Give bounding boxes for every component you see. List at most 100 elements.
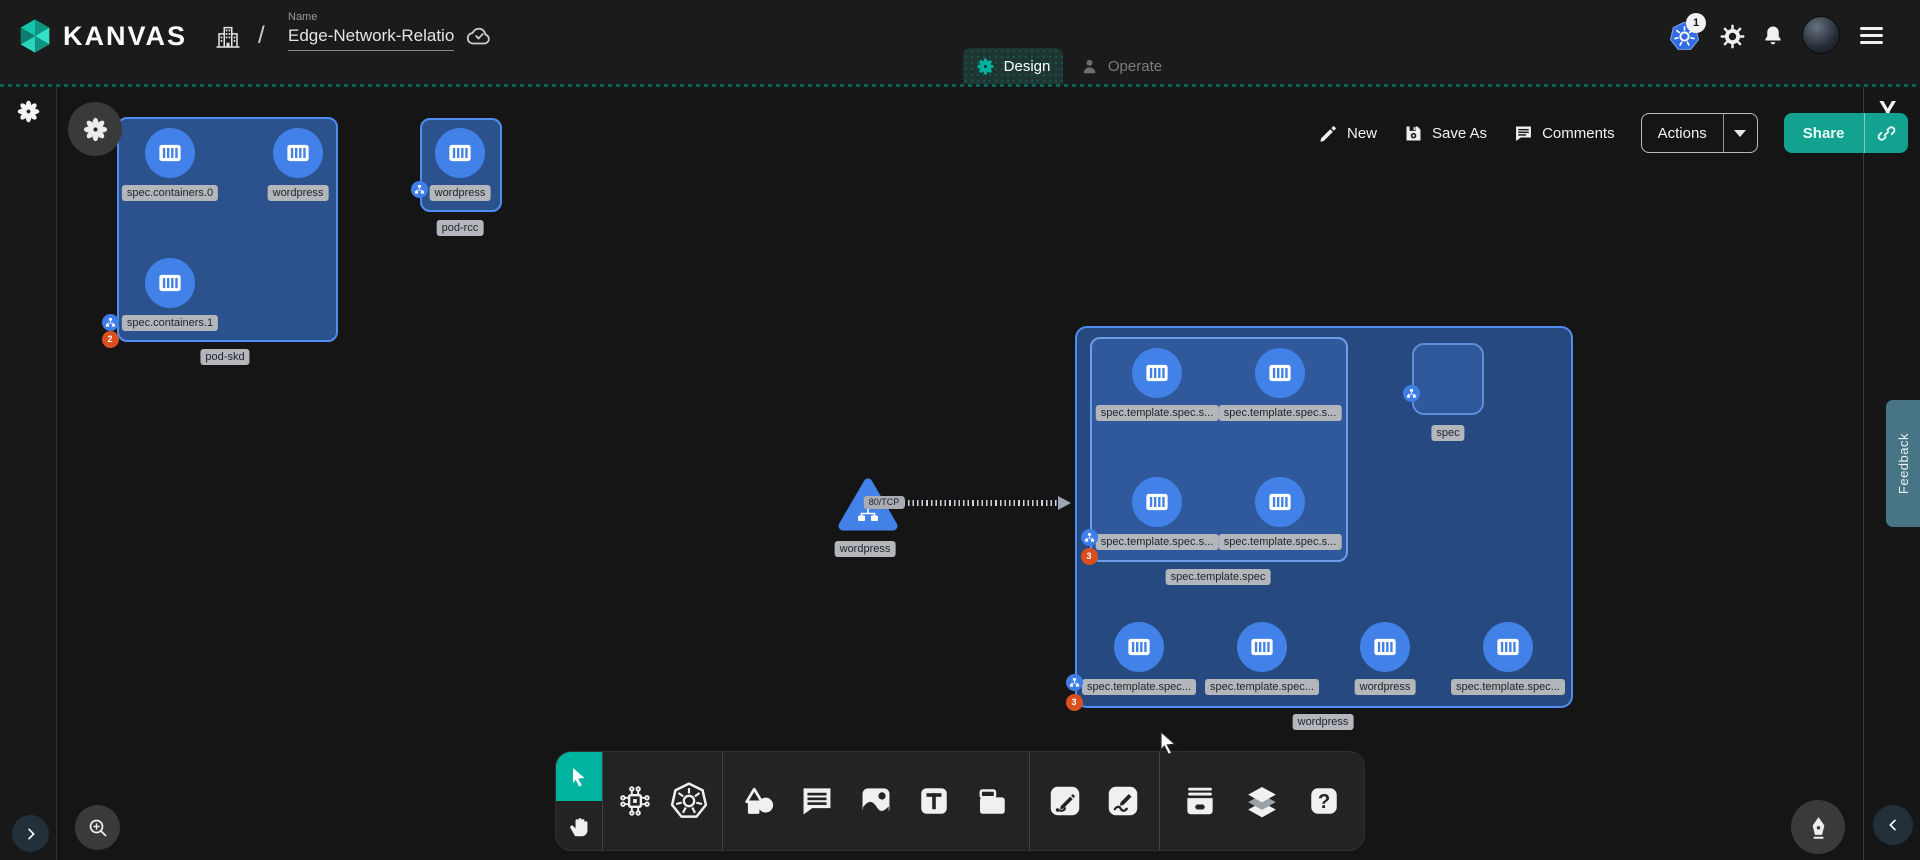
error-count-badge[interactable]: 3	[1081, 548, 1098, 565]
design-name-field[interactable]: Name Edge-Network-Relatio	[288, 11, 454, 51]
copy-link-button[interactable]	[1864, 113, 1908, 153]
user-avatar[interactable]	[1802, 16, 1840, 54]
menu-hamburger-icon[interactable]	[1860, 27, 1883, 44]
node-label: spec.template.spec.s...	[1096, 405, 1219, 421]
feedback-tab[interactable]: Feedback	[1886, 400, 1920, 527]
tool-edit-path[interactable]	[1043, 779, 1087, 823]
kubernetes-context-count-badge[interactable]: 1	[1686, 13, 1706, 33]
tab-design-label: Design	[1004, 58, 1051, 75]
actions-label: Actions	[1642, 125, 1723, 142]
container-node[interactable]	[1483, 622, 1533, 672]
link-icon	[1875, 122, 1898, 145]
actions-caret-button[interactable]	[1723, 113, 1757, 153]
kanvas-logo[interactable]: KANVAS	[15, 16, 187, 56]
tool-pan-hand[interactable]	[556, 801, 602, 850]
meshery-flower-icon[interactable]	[16, 99, 41, 124]
error-count-badge[interactable]: 2	[102, 331, 119, 348]
canvas-accent-divider	[0, 84, 1920, 87]
sitemap-icon	[1069, 677, 1080, 688]
tool-drawer[interactable]	[1178, 779, 1222, 823]
breadcrumb-separator: /	[258, 22, 265, 50]
node-label: spec.template.spec.s...	[1096, 534, 1219, 550]
save-as-button[interactable]: Save As	[1403, 123, 1487, 144]
chevron-right-icon	[23, 826, 39, 842]
sitemap-icon	[1406, 388, 1417, 399]
tool-image[interactable]	[854, 779, 898, 823]
feedback-label: Feedback	[1896, 433, 1911, 494]
floppy-save-icon	[1403, 123, 1424, 144]
relationship-badge[interactable]	[1066, 674, 1083, 691]
group-label: spec	[1431, 425, 1464, 441]
tool-select-cursor[interactable]	[556, 752, 602, 801]
container-node[interactable]	[1132, 477, 1182, 527]
actions-dropdown-button[interactable]: Actions	[1641, 113, 1758, 153]
comment-icon	[1513, 123, 1534, 144]
tool-component-search[interactable]	[613, 779, 657, 823]
name-field-label: Name	[288, 11, 454, 23]
node-label: spec.template.spec.s...	[1219, 405, 1342, 421]
relationship-badge[interactable]	[1403, 385, 1420, 402]
share-label: Share	[1784, 125, 1864, 142]
mouse-cursor-icon	[1157, 730, 1179, 758]
comments-label: Comments	[1542, 125, 1615, 142]
comments-button[interactable]: Comments	[1513, 123, 1615, 144]
tab-design[interactable]: Design	[963, 48, 1063, 84]
sitemap-icon	[414, 184, 425, 195]
container-node[interactable]	[1237, 622, 1287, 672]
share-button[interactable]: Share	[1784, 113, 1908, 153]
tool-kubernetes[interactable]	[667, 779, 711, 823]
group-spec-template-spec[interactable]	[1090, 337, 1348, 562]
tool-help[interactable]: ?	[1302, 779, 1346, 823]
tool-shapes[interactable]	[737, 779, 781, 823]
relationship-badge[interactable]	[411, 181, 428, 198]
tool-note[interactable]	[970, 779, 1014, 823]
tool-text[interactable]	[912, 779, 956, 823]
node-label: spec.template.spec...	[1082, 679, 1196, 695]
node-label: wordpress	[1355, 679, 1416, 695]
zoom-in-magnifier-icon	[86, 816, 110, 840]
node-label: spec.template.spec...	[1451, 679, 1565, 695]
service-edge[interactable]	[894, 500, 1058, 506]
container-node[interactable]	[1360, 622, 1410, 672]
container-node[interactable]	[1255, 348, 1305, 398]
design-flower-icon	[976, 57, 995, 76]
kubernetes-icon	[669, 781, 709, 821]
edge-port-label: 80/TCP	[864, 496, 905, 509]
expand-sidebar-button[interactable]	[12, 815, 49, 852]
settings-gear-icon[interactable]	[1719, 23, 1746, 50]
relationship-badge[interactable]	[102, 314, 119, 331]
tool-layers[interactable]	[1240, 779, 1284, 823]
left-sidebar	[0, 87, 57, 860]
tab-operate[interactable]: Operate	[1063, 48, 1179, 84]
error-count-badge[interactable]: 3	[1066, 694, 1083, 711]
canvas-toolbar: ?	[555, 751, 1365, 851]
group-label: wordpress	[1293, 714, 1354, 730]
group-spec[interactable]	[1412, 343, 1484, 415]
container-node[interactable]	[273, 128, 323, 178]
notifications-bell-icon[interactable]	[1760, 23, 1786, 49]
canvas-widget-button[interactable]	[68, 102, 122, 156]
zoom-button[interactable]	[75, 805, 120, 850]
logo-text: KANVAS	[63, 21, 187, 52]
collapse-right-panel-button[interactable]	[1873, 805, 1913, 845]
relationship-badge[interactable]	[1081, 529, 1098, 546]
new-button[interactable]: New	[1318, 123, 1377, 144]
container-node[interactable]	[1132, 348, 1182, 398]
name-field-value[interactable]: Edge-Network-Relatio	[288, 26, 454, 51]
pen-tool-button[interactable]	[1791, 800, 1845, 854]
save-as-label: Save As	[1432, 125, 1487, 142]
container-node[interactable]	[435, 128, 485, 178]
organization-icon[interactable]	[213, 22, 243, 52]
tool-draw-freehand[interactable]	[1101, 779, 1145, 823]
container-node[interactable]	[1255, 477, 1305, 527]
node-label: wordpress	[835, 541, 896, 557]
node-label: wordpress	[430, 185, 491, 201]
caret-down-icon	[1734, 130, 1746, 137]
container-node[interactable]	[145, 258, 195, 308]
sitemap-icon	[105, 317, 116, 328]
sitemap-icon	[1084, 532, 1095, 543]
kanvas-hexagon-icon	[15, 16, 55, 56]
container-node[interactable]	[1114, 622, 1164, 672]
tool-comment[interactable]	[795, 779, 839, 823]
container-node[interactable]	[145, 128, 195, 178]
